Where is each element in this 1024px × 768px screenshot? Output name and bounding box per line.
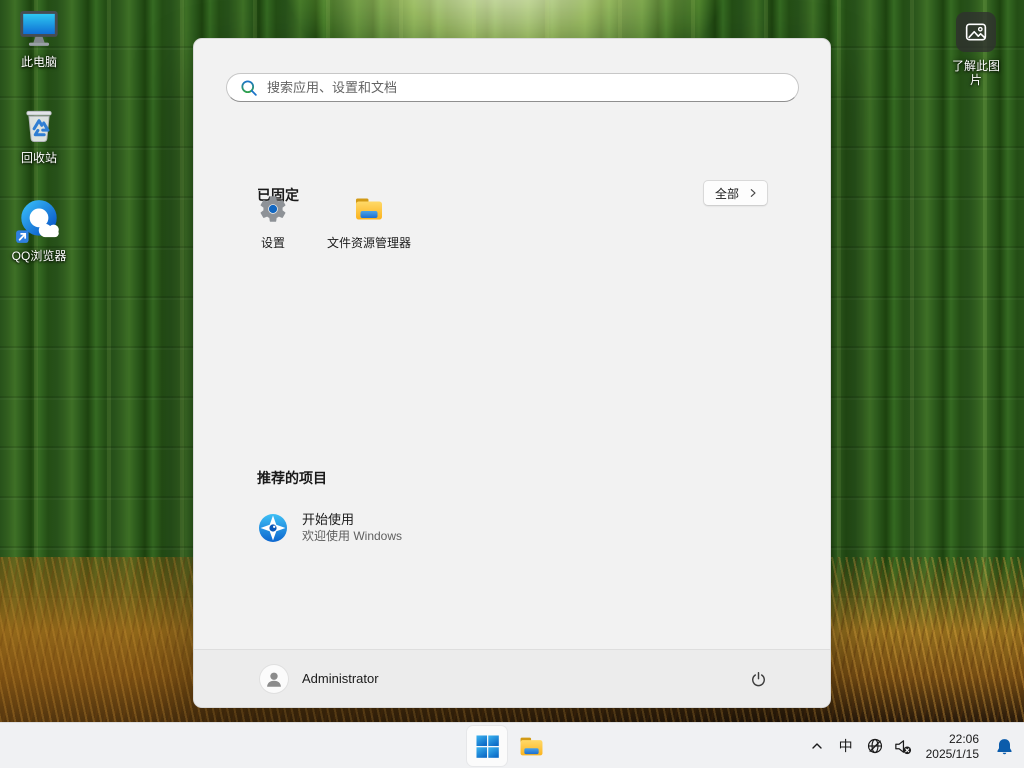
start-button[interactable] (467, 726, 507, 766)
chevron-up-icon (811, 743, 822, 749)
taskbar-center (467, 726, 551, 766)
recommended-item-get-started[interactable]: 开始使用 欢迎使用 Windows (241, 504, 541, 552)
recommended-section-title: 推荐的项目 (257, 470, 327, 486)
globe-slash-icon (867, 738, 882, 754)
avatar (260, 664, 288, 693)
desktop-icon-label: QQ浏览器 (11, 249, 67, 263)
windows-logo-icon (475, 734, 499, 758)
learn-picture-label: 了解此图片 (951, 59, 1000, 87)
pinned-app-file-explorer[interactable]: 文件资源管理器 (321, 189, 417, 275)
user-profile-button[interactable]: Administrator (251, 660, 388, 698)
desktop-icon-this-pc[interactable]: 此电脑 (1, 6, 77, 69)
file-explorer-icon (356, 198, 382, 220)
recommended-item-subtitle: 欢迎使用 Windows (302, 529, 403, 543)
picture-info-icon (956, 12, 996, 52)
pinned-app-label: 设置 (260, 236, 285, 250)
pinned-app-label: 文件资源管理器 (326, 236, 411, 250)
speaker-mute-icon (895, 739, 912, 754)
search-box[interactable] (226, 73, 799, 102)
clock-date: 2025/1/15 (925, 747, 979, 761)
get-started-icon (259, 514, 287, 542)
settings-gear-icon (260, 196, 286, 222)
person-icon (267, 672, 281, 687)
taskbar: 中 22:06 2025/1/15 (0, 722, 1024, 768)
all-button-label: 全部 (714, 186, 739, 201)
search-input[interactable] (267, 80, 788, 95)
network-offline-icon[interactable] (861, 729, 889, 763)
notification-bell-button[interactable] (988, 729, 1020, 763)
tray-overflow-button[interactable] (803, 729, 831, 763)
pinned-all-button[interactable]: 全部 (702, 180, 768, 206)
pinned-app-settings[interactable]: 设置 (225, 189, 321, 275)
desktop-icon-label: 此电脑 (20, 55, 57, 69)
pinned-apps-grid: 设置 文件资源管理器 (225, 189, 417, 275)
start-menu-footer: Administrator (194, 649, 830, 707)
this-pc-icon (20, 11, 58, 46)
desktop-icon-recycle-bin[interactable]: 回收站 (1, 102, 77, 165)
taskbar-clock[interactable]: 22:06 2025/1/15 (917, 730, 988, 762)
ime-indicator[interactable]: 中 (831, 729, 861, 763)
desktop-icon-label: 回收站 (20, 151, 57, 165)
desktop-icon-qq-browser[interactable]: QQ浏览器 (1, 196, 77, 263)
start-menu: 已固定 全部 设置 文件资源管理器 (193, 38, 831, 708)
search-icon (241, 79, 257, 96)
chevron-right-icon (750, 189, 756, 197)
clock-time: 22:06 (948, 732, 979, 746)
user-name: Administrator (302, 671, 379, 686)
taskbar-file-explorer-button[interactable] (511, 726, 551, 766)
power-icon (751, 671, 765, 686)
notification-bell-icon (996, 738, 1012, 754)
file-explorer-icon (520, 737, 542, 755)
volume-muted-icon[interactable] (889, 729, 917, 763)
qq-browser-icon (16, 200, 59, 243)
power-button[interactable] (741, 662, 775, 696)
learn-about-picture-button[interactable]: 了解此图片 (947, 12, 1005, 87)
recycle-bin-icon (26, 110, 52, 143)
system-tray: 中 22:06 2025/1/15 (803, 723, 1020, 768)
recommended-item-title: 开始使用 (302, 512, 355, 527)
